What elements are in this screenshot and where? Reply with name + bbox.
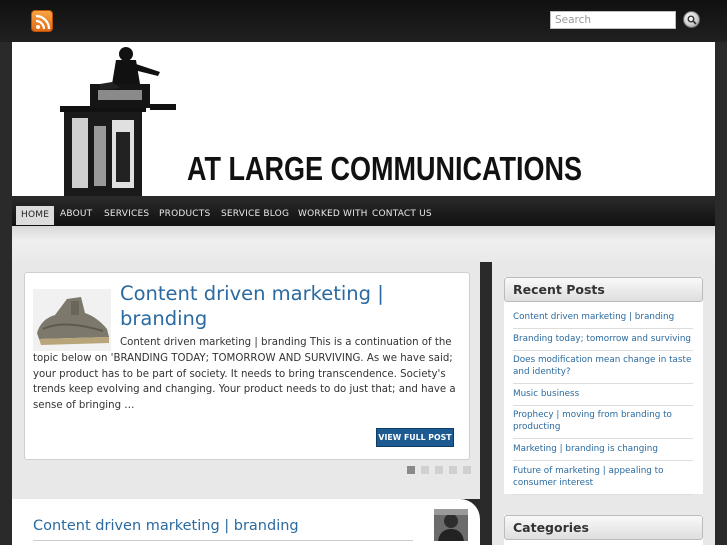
- top-bar: [0, 0, 727, 42]
- recent-posts-widget: Recent Posts: [504, 277, 703, 494]
- recent-post-link[interactable]: Music business: [513, 388, 693, 400]
- logo-image[interactable]: [60, 46, 190, 196]
- divider: [513, 350, 693, 351]
- header-band: [12, 226, 715, 262]
- site-header: AT LARGE COMMUNICATIONS: [12, 42, 715, 196]
- post-title[interactable]: Content driven marketing | branding: [33, 518, 299, 534]
- nav-item-about[interactable]: ABOUT: [55, 205, 97, 224]
- categories-widget: Categories: [504, 515, 703, 545]
- nav-item-worked-with[interactable]: WORKED WITH: [293, 205, 373, 224]
- avatar: [434, 509, 468, 541]
- divider: [513, 494, 693, 495]
- slider-dot[interactable]: [421, 466, 429, 474]
- divider: [513, 460, 693, 461]
- recent-post-link[interactable]: Content driven marketing | branding: [513, 311, 693, 323]
- slider-dot[interactable]: [435, 466, 443, 474]
- divider: [513, 328, 693, 329]
- recent-post-link[interactable]: Future of marketing | appealing to consu…: [513, 465, 693, 489]
- slider-dot[interactable]: [449, 466, 457, 474]
- slider-dot[interactable]: [407, 466, 415, 474]
- view-full-post-button[interactable]: VIEW FULL POST: [376, 428, 454, 447]
- site-name: AT LARGE COMMUNICATIONS: [187, 150, 582, 188]
- featured-excerpt: Content driven marketing | branding This…: [33, 337, 456, 412]
- nav-item-service-blog[interactable]: SERVICE BLOG: [216, 205, 294, 224]
- recent-post-link[interactable]: Marketing | branding is changing: [513, 443, 693, 455]
- nav-item-products[interactable]: PRODUCTS: [154, 205, 215, 224]
- divider: [513, 438, 693, 439]
- nav-item-home[interactable]: HOME: [16, 206, 55, 225]
- main-nav: HOME ABOUT SERVICES PRODUCTS SERVICE BLO…: [12, 196, 715, 226]
- recent-posts-title: Recent Posts: [504, 277, 703, 302]
- post-divider: [33, 540, 413, 541]
- search-icon: [687, 15, 697, 25]
- rss-icon[interactable]: [31, 10, 53, 32]
- featured-slider: Content driven marketing | branding Cont…: [24, 272, 470, 460]
- nav-item-services[interactable]: SERVICES: [99, 205, 154, 224]
- recent-post-link[interactable]: Prophecy | moving from branding to produ…: [513, 409, 693, 433]
- categories-title: Categories: [504, 515, 703, 540]
- slider-dot[interactable]: [463, 466, 471, 474]
- recent-post-link[interactable]: Branding today; tomorrow and surviving: [513, 333, 693, 345]
- recent-post-link[interactable]: Does modification mean change in taste a…: [513, 354, 693, 378]
- search-button[interactable]: [683, 11, 700, 28]
- nav-item-contact-us[interactable]: CONTACT US: [367, 205, 437, 224]
- featured-title[interactable]: Content driven marketing | branding: [120, 281, 440, 331]
- search-input[interactable]: [550, 11, 676, 29]
- divider: [513, 405, 693, 406]
- post-card: Content driven marketing | branding: [12, 499, 480, 545]
- divider: [513, 383, 693, 384]
